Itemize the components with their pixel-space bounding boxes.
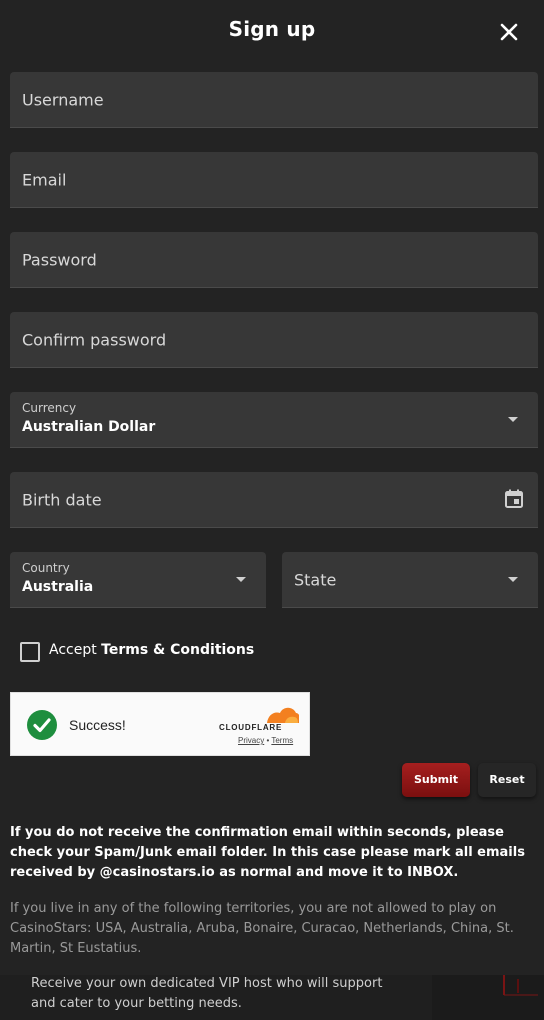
promo-decoration-icon	[503, 975, 538, 996]
chevron-down-icon	[508, 576, 518, 582]
confirm-password-field[interactable]: Confirm password	[10, 312, 538, 368]
currency-value: Australian Dollar	[22, 419, 156, 435]
birth-date-placeholder: Birth date	[22, 490, 102, 509]
confirmation-email-note: If you do not receive the confirmation e…	[10, 825, 525, 880]
background-promo: Receive your own dedicated VIP host who …	[0, 975, 544, 1020]
currency-label: Currency	[22, 401, 77, 415]
cloudflare-brand: CLOUDFLARE	[219, 723, 283, 732]
country-value: Australia	[22, 579, 94, 595]
link-separator: •	[266, 736, 270, 745]
username-placeholder: Username	[22, 90, 104, 109]
restricted-territories-note: If you live in any of the following terr…	[10, 901, 514, 956]
promo-panel: Receive your own dedicated VIP host who …	[0, 975, 432, 1020]
accept-prefix: Accept	[49, 642, 97, 658]
captcha-links: Privacy • Terms	[238, 736, 293, 745]
state-placeholder: State	[294, 570, 337, 589]
vip-host-text: Receive your own dedicated VIP host who …	[31, 976, 383, 1011]
terms-conditions-link[interactable]: Terms & Conditions	[101, 642, 254, 658]
modal-header: Sign up	[0, 0, 544, 64]
email-field[interactable]: Email	[10, 152, 538, 208]
captcha-status: Success!	[69, 717, 126, 733]
close-icon[interactable]	[496, 19, 522, 45]
email-placeholder: Email	[22, 170, 67, 189]
accept-terms-checkbox[interactable]	[20, 642, 40, 662]
accept-terms-label: Accept Terms & Conditions	[49, 642, 254, 658]
country-label: Country	[22, 561, 70, 575]
chevron-down-icon	[508, 416, 518, 422]
confirm-password-placeholder: Confirm password	[22, 330, 167, 349]
chevron-down-icon	[236, 576, 246, 582]
privacy-link[interactable]: Privacy	[238, 736, 264, 745]
state-select[interactable]: State	[282, 552, 538, 608]
submit-button[interactable]: Submit	[402, 763, 470, 797]
page-title: Sign up	[228, 17, 316, 41]
success-check-icon	[27, 710, 57, 740]
birth-date-field[interactable]: Birth date	[10, 472, 538, 528]
currency-select[interactable]: Currency Australian Dollar	[10, 392, 538, 448]
cloudflare-captcha: Success! CLOUDFLARE Privacy • Terms	[10, 692, 310, 756]
terms-link[interactable]: Terms	[271, 736, 293, 745]
country-select[interactable]: Country Australia	[10, 552, 266, 608]
reset-button[interactable]: Reset	[478, 763, 536, 797]
password-placeholder: Password	[22, 250, 97, 269]
calendar-icon[interactable]	[504, 489, 524, 509]
password-field[interactable]: Password	[10, 232, 538, 288]
username-field[interactable]: Username	[10, 72, 538, 128]
